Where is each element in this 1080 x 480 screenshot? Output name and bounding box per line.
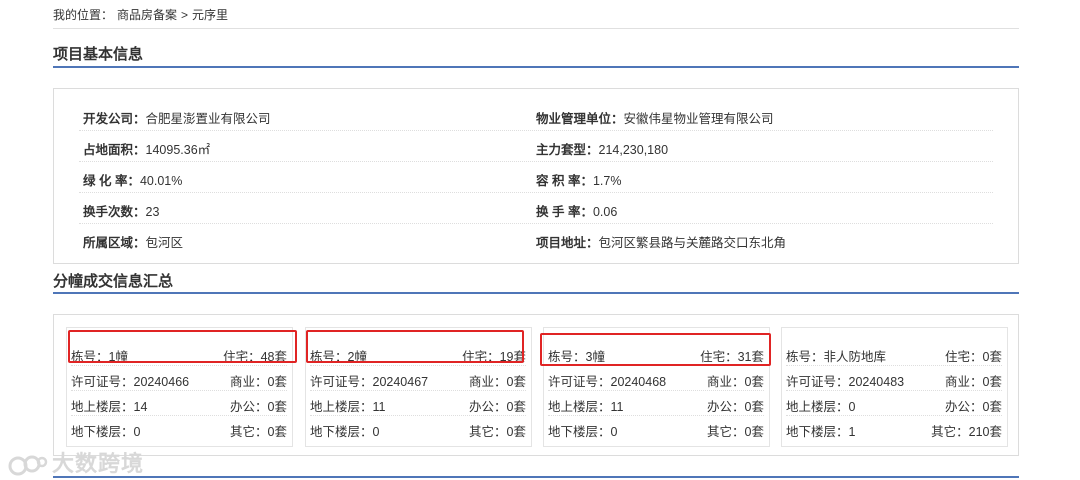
office-count: 办公：0套 [230,400,287,414]
info-row: 换手次数：23 换 手 率：0.06 [79,192,993,224]
resale-rate-label: 换 手 率： [536,205,593,219]
developer-label: 开发公司： [83,112,146,126]
residential-count: 住宅：0套 [945,350,1002,364]
residential-count: 住宅：48套 [223,350,287,364]
breadcrumb: 我的位置： 商品房备案 > 元序里 [53,6,232,23]
building-card-3[interactable]: 栋号：3幢 住宅：31套 许可证号：20240468 商业：0套 地上楼层：11 办公… [543,327,770,447]
resale-count-label: 换手次数： [83,205,146,219]
below-ground-floors: 地下楼层：1 [786,425,856,439]
district-value: 包河区 [145,236,184,250]
building-number: 栋号：非人防地库 [786,350,887,364]
developer-value: 合肥星澎置业有限公司 [145,112,271,126]
breadcrumb-current: 元序里 [192,8,229,22]
permit-number: 许可证号：20240483 [786,375,905,389]
permit-number: 许可证号：20240467 [310,375,429,389]
residential-count: 住宅：31套 [700,350,764,364]
watermark-text: 大数跨境 [52,451,145,476]
watermark: 大数跨境 [8,446,144,478]
bottom-section-rule [53,476,1019,478]
land-area-value: 14095.36㎡ [145,143,211,157]
breadcrumb-prefix: 我的位置： [53,8,114,22]
building-number: 栋号：1幢 [71,350,128,364]
plot-ratio-label: 容 积 率： [536,174,593,188]
office-count: 办公：0套 [945,400,1002,414]
info-row: 占地面积：14095.36㎡ 主力套型：214,230,180 [79,130,993,162]
green-rate-value: 40.01% [139,174,183,188]
main-unit-type-value: 214,230,180 [598,143,669,157]
permit-number: 许可证号：20240466 [71,375,190,389]
breadcrumb-link-commercial-housing[interactable]: 商品房备案 [117,8,177,22]
above-ground-floors: 地上楼层：11 [310,400,386,414]
commercial-count: 商业：0套 [707,375,764,389]
above-ground-floors: 地上楼层：14 [71,400,148,414]
resale-count-value: 23 [145,205,160,219]
project-info-rule [53,66,1019,68]
building-number: 栋号：2幢 [310,350,367,364]
property-management-label: 物业管理单位： [536,112,624,126]
above-ground-floors: 地上楼层：0 [786,400,856,414]
resale-rate-value: 0.06 [592,205,618,219]
other-count: 其它：0套 [707,425,764,439]
below-ground-floors: 地下楼层：0 [548,425,618,439]
district-label: 所属区域： [83,236,146,250]
commercial-count: 商业：0套 [469,375,526,389]
office-count: 办公：0套 [707,400,764,414]
other-count: 其它：0套 [230,425,287,439]
building-card-1[interactable]: 栋号：1幢 住宅：48套 许可证号：20240466 商业：0套 地上楼层：14 办公… [66,327,293,447]
green-rate-label: 绿 化 率： [83,174,140,188]
watermark-logo-icon [8,455,48,476]
permit-number: 许可证号：20240468 [548,375,667,389]
residential-count: 住宅：19套 [462,350,526,364]
project-address-value: 包河区繁县路与关麓路交口东北角 [598,236,787,250]
building-summary-rule [53,292,1019,294]
other-count: 其它：210套 [931,425,1002,439]
project-info-title: 项目基本信息 [53,46,144,63]
building-summary-title: 分幢成交信息汇总 [53,273,174,290]
commercial-count: 商业：0套 [230,375,287,389]
building-number: 栋号：3幢 [548,350,605,364]
info-row: 所属区域：包河区 项目地址：包河区繁县路与关麓路交口东北角 [79,223,993,254]
breadcrumb-divider [53,28,1019,29]
plot-ratio-value: 1.7% [592,174,622,188]
other-count: 其它：0套 [469,425,526,439]
land-area-label: 占地面积： [83,143,146,157]
below-ground-floors: 地下楼层：0 [71,425,141,439]
below-ground-floors: 地下楼层：0 [310,425,380,439]
building-card-4[interactable]: 栋号：非人防地库 住宅：0套 许可证号：20240483 商业：0套 地上楼层：0 办… [781,327,1008,447]
main-unit-type-label: 主力套型： [536,143,599,157]
info-row: 开发公司：合肥星澎置业有限公司 物业管理单位：安徽伟星物业管理有限公司 [79,99,993,131]
project-info-panel: 开发公司：合肥星澎置业有限公司 物业管理单位：安徽伟星物业管理有限公司 占地面积… [53,88,1019,264]
commercial-count: 商业：0套 [945,375,1002,389]
property-management-value: 安徽伟星物业管理有限公司 [623,112,774,126]
building-card-2[interactable]: 栋号：2幢 住宅：19套 许可证号：20240467 商业：0套 地上楼层：11 办公… [305,327,532,447]
building-summary-panel: 栋号：1幢 住宅：48套 许可证号：20240466 商业：0套 地上楼层：14 办公… [53,314,1019,456]
above-ground-floors: 地上楼层：11 [548,400,624,414]
info-row: 绿 化 率：40.01% 容 积 率：1.7% [79,161,993,193]
office-count: 办公：0套 [469,400,526,414]
breadcrumb-separator: > [181,8,189,22]
project-address-label: 项目地址： [536,236,599,250]
